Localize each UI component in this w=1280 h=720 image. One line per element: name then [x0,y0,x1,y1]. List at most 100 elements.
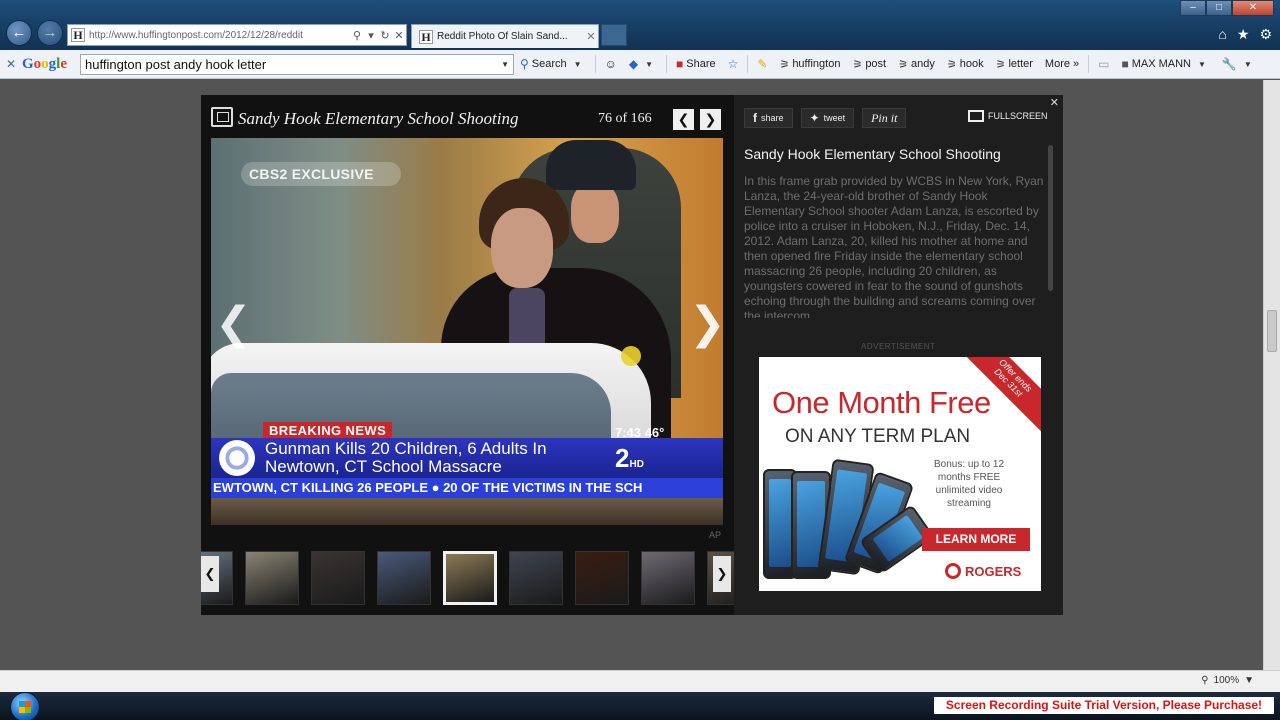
thumbnail-item[interactable] [641,551,695,605]
ad-headline: One Month Free [772,385,991,420]
highlight-button[interactable]: ✎ [751,57,773,71]
highlight-term-huffington[interactable]: ⚞ huffington [773,58,846,71]
address-url[interactable]: http://www.huffingtonpost.com/2012/12/28… [89,30,350,41]
tab-huffpost[interactable]: H Reddit Photo Of Slain Sand... ✕ [411,24,599,48]
dropdown-icon[interactable]: ▾ [364,29,378,42]
browser-status-bar: ⚲ 100% ▼ [0,670,1280,692]
rogers-logo-icon [945,563,961,579]
zoom-control[interactable]: ⚲ 100% ▼ [1201,675,1254,686]
window-controls: – □ ✕ [1180,0,1274,16]
highlight-term-andy[interactable]: ⚞ andy [892,58,941,71]
huffpost-favicon-icon: H [71,28,85,42]
magnifier-icon: ⚲ [1201,675,1209,686]
tab-title: Reddit Photo Of Slain Sand... [437,31,568,42]
gallery-icon [211,107,233,127]
new-tab-button[interactable] [601,24,627,46]
page-button[interactable]: ▭ [1092,57,1115,71]
breaking-news-label: BREAKING NEWS [263,422,393,439]
thumbnail-item[interactable] [509,551,563,605]
diamond-icon: ◆ [628,57,639,71]
stop-icon[interactable]: ✕ [392,29,406,42]
close-window-button[interactable]: ✕ [1232,0,1274,16]
highlight-term-letter[interactable]: ⚞ letter [990,58,1039,71]
news-ticker: EWTOWN, CT KILLING 26 PEOPLE ● 20 OF THE… [211,478,723,498]
pinterest-pin-button[interactable]: Pin it [862,108,907,128]
back-button[interactable]: ← [6,20,32,46]
favorites-star-icon[interactable]: ★ [1237,26,1250,43]
page-icon: ▭ [1098,57,1110,71]
tab-close-icon[interactable]: ✕ [584,30,598,43]
windows-start-button[interactable] [10,692,40,720]
term-icon: ⚞ [898,58,908,71]
thumbnail-item[interactable] [443,551,497,605]
page-scrollbar[interactable] [1263,80,1280,670]
scrollbar-thumb[interactable] [1267,310,1277,352]
fullscreen-button[interactable]: FULLSCREEN [968,110,1048,122]
rogers-advertisement[interactable]: Offer ends Dec 31st One Month Free ON AN… [759,357,1041,591]
google-search-box[interactable]: ▼ [80,53,514,75]
minimize-button[interactable]: – [1180,0,1206,16]
chevron-down-icon: ▼ [1243,59,1252,69]
close-gallery-icon[interactable]: ✕ [1050,96,1059,109]
highlight-term-post[interactable]: ⚞ post [846,58,892,71]
slide-counter: 76 of 166 [598,111,652,126]
thumbnail-item[interactable] [245,551,299,605]
chevron-down-icon: ▼ [645,59,653,69]
highlight-term-hook[interactable]: ⚞ hook [941,58,990,71]
browser-title-bar: ← → H http://www.huffingtonpost.com/2012… [0,0,1280,50]
more-button[interactable]: More » [1039,58,1085,70]
thumbnail-item[interactable] [377,551,431,605]
bookmark-star-button[interactable]: ☆ [722,57,745,71]
account-button[interactable]: ■ MAX MANN ▼ [1115,57,1215,71]
photo-prev-arrow-icon[interactable]: ❮ [215,298,252,349]
maximize-button[interactable]: □ [1206,0,1232,16]
share-buttons: f share ✦ tweet Pin it [744,108,907,128]
gallery-main: Sandy Hook Elementary School Shooting 76… [201,95,734,615]
toolbar-divider [747,55,749,73]
ad-subheadline: ON ANY TERM PLAN [785,426,971,447]
mouse-cursor-highlight [621,346,641,366]
tools-button[interactable]: 🔧 ▼ [1216,57,1262,71]
arrow-right-icon: → [42,24,58,41]
google-toolbar: ✕ Google ▼ ⚲ Search ▼ ☺ ◆ ▼ ■ Share ☆ ✎ … [0,50,1280,79]
photo-next-arrow-icon[interactable]: ❯ [689,298,723,349]
learn-more-button[interactable]: LEARN MORE [922,528,1030,551]
search-button[interactable]: ⚲ Search ▼ [514,57,592,71]
caption-scrollbar[interactable] [1048,145,1053,291]
next-slide-button[interactable]: ❯ [700,109,721,130]
address-bar[interactable]: H http://www.huffingtonpost.com/2012/12/… [67,24,407,46]
chevron-right-icon: ❯ [704,111,717,127]
thumbnail-item[interactable] [575,551,629,605]
slideshow-gallery: Sandy Hook Elementary School Shooting 76… [201,95,1063,615]
chevron-right-icon: ❯ [716,566,728,581]
refresh-icon[interactable]: ↻ [378,29,392,42]
toolbar-divider [666,55,667,73]
thumbnails-next-button[interactable]: ❯ [713,556,731,592]
previous-slide-button[interactable]: ❮ [673,109,694,130]
photo-officer-cap [546,140,636,190]
share-button[interactable]: ■ Share [670,57,722,71]
translate-button[interactable]: ◆ ▼ [623,57,663,71]
search-dropdown-icon[interactable]: ▼ [497,60,513,69]
slide-photo[interactable]: CBS2 EXCLUSIVE ❮ ❯ BREAKING NEWS 7:43 46… [211,138,723,525]
photo-credit: AP [709,530,722,540]
search-icon[interactable]: ⚲ [350,29,364,42]
caption-title: Sandy Hook Elementary School Shooting [744,146,1001,162]
google-search-input[interactable] [81,56,498,72]
thumbnails-prev-button[interactable]: ❮ [201,556,219,592]
gear-icon[interactable]: ⚙ [1259,26,1272,43]
forward-button[interactable]: → [37,20,63,46]
facebook-icon: f [753,111,757,125]
photo-officer-face [571,183,619,243]
home-icon[interactable]: ⌂ [1218,26,1226,43]
avatar: ■ [1121,57,1129,71]
cbs-eye-logo-icon [219,440,255,476]
toolbar-close-icon[interactable]: ✕ [0,57,22,71]
twitter-tweet-button[interactable]: ✦ tweet [800,108,855,128]
profile-button[interactable]: ☺ [599,57,623,71]
thumbnail-item[interactable] [311,551,365,605]
news-headline: Gunman Kills 20 Children, 6 Adults In Ne… [265,439,547,476]
facebook-share-button[interactable]: f share [744,108,793,128]
google-logo: Google [22,55,68,72]
photo-bottom [211,498,723,525]
